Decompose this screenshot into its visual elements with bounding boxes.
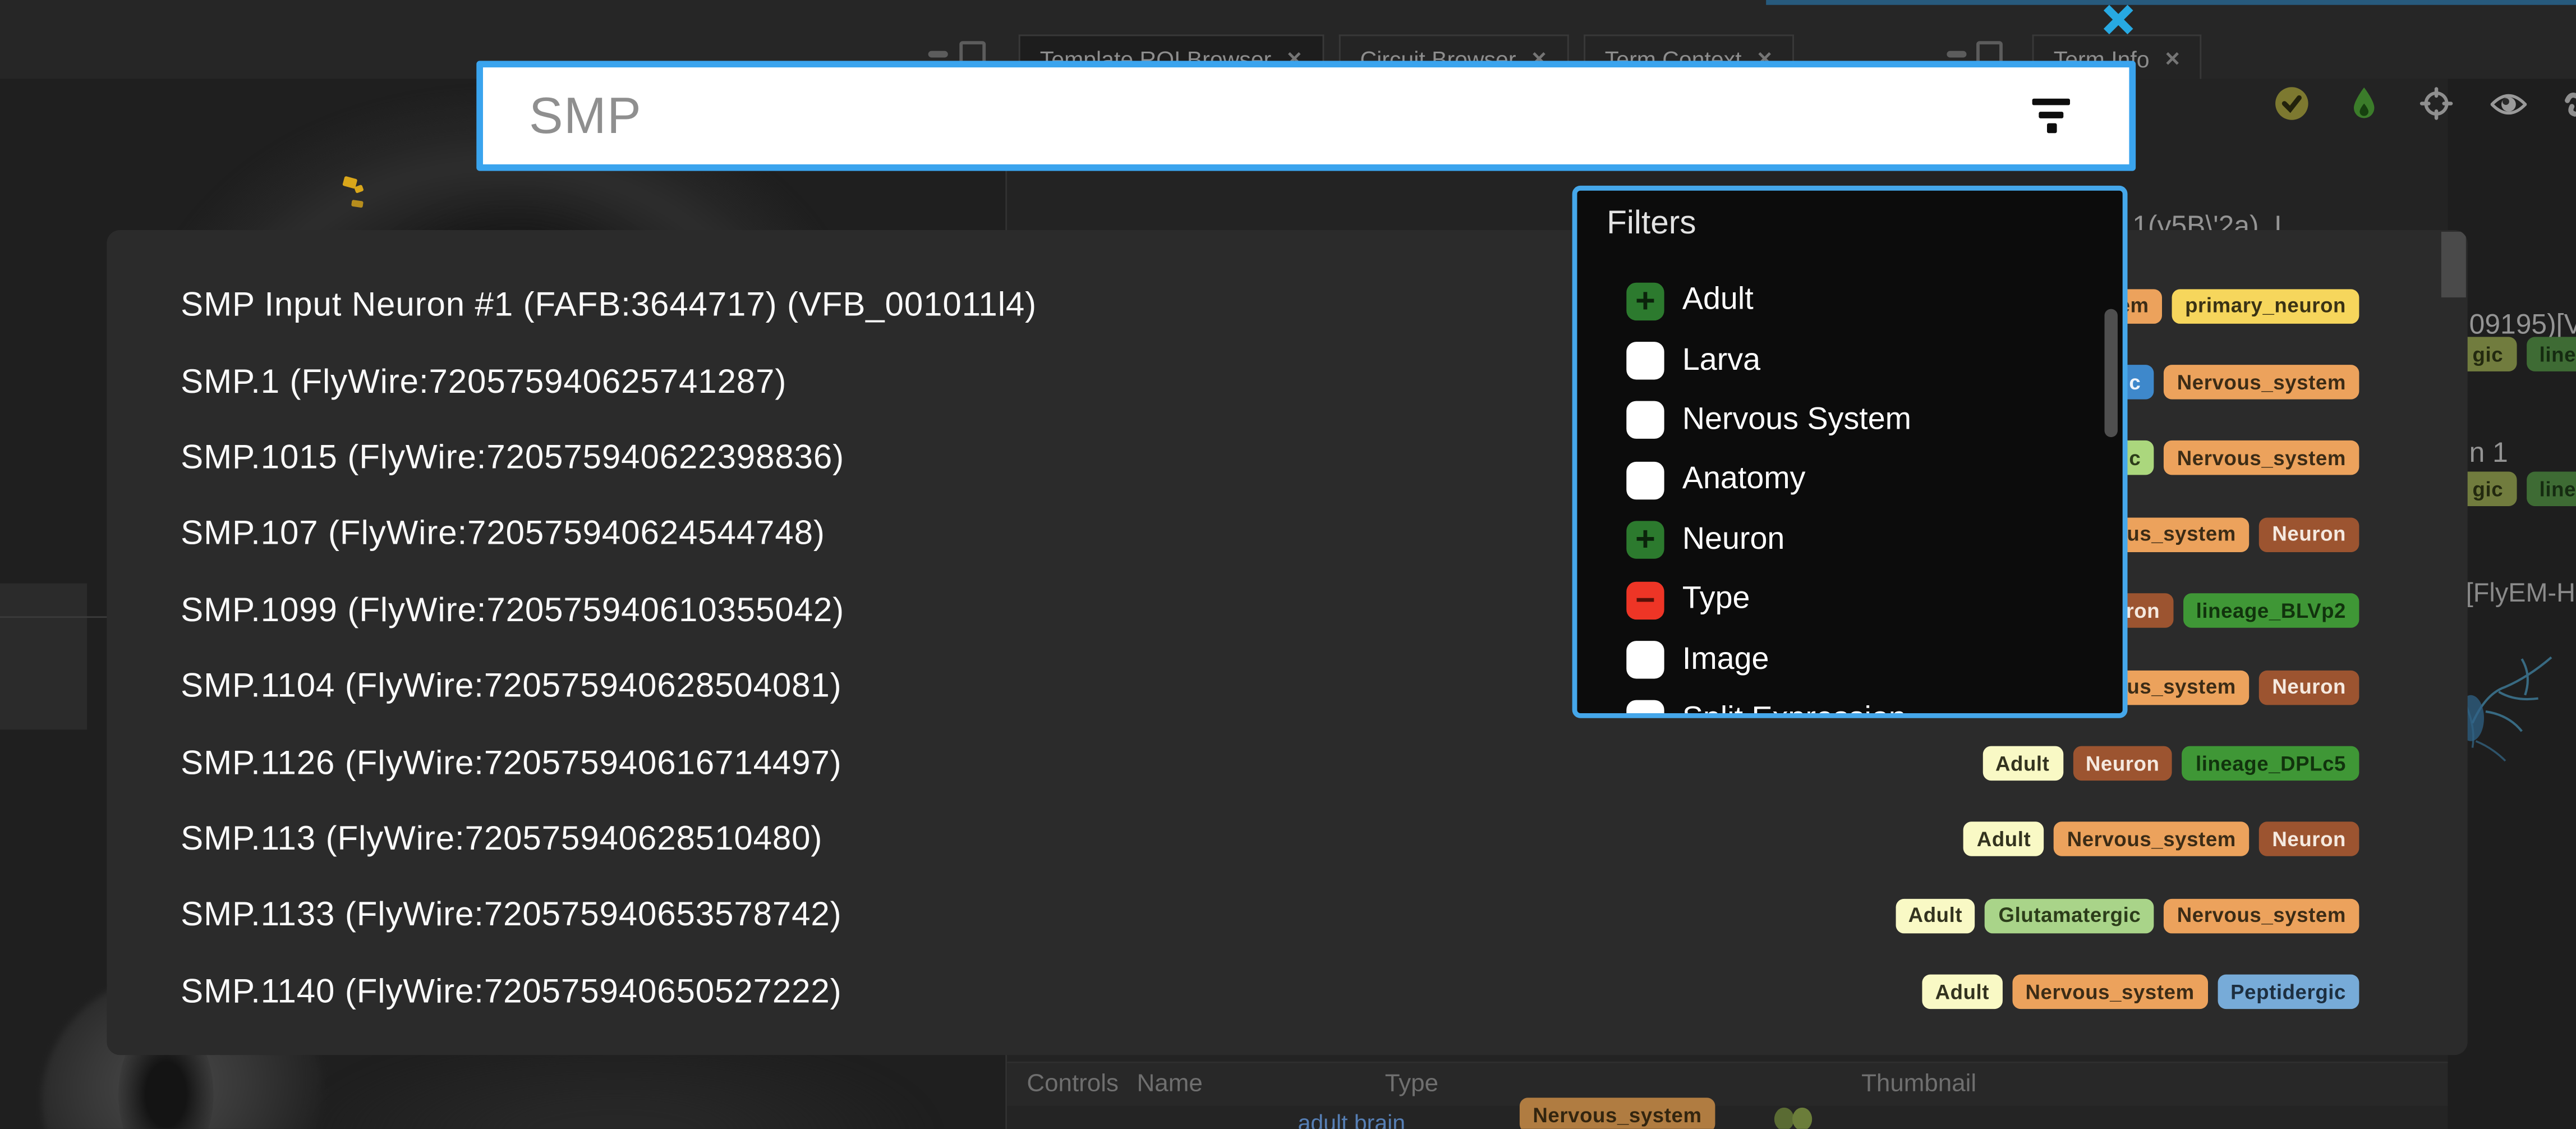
- panel-edge-block: [0, 584, 87, 730]
- filter-label: Type: [1682, 582, 1750, 618]
- search-input[interactable]: SMP: [529, 86, 2032, 145]
- tag-adult: Adult: [1922, 975, 2002, 1009]
- filter-checkbox[interactable]: −: [1626, 581, 1664, 619]
- term-info-template-fragment: [FlyEM-H: [2466, 580, 2575, 610]
- droplet-icon[interactable]: [2346, 85, 2382, 121]
- roi-table-row: adult brain Nervous_system: [1007, 1106, 2448, 1129]
- filters-scrollbar[interactable]: [2104, 309, 2117, 437]
- dim-tag-gic: gic: [2459, 471, 2517, 506]
- dim-tag-lineag: lineag: [2526, 337, 2576, 371]
- filter-checkbox[interactable]: [1626, 641, 1664, 678]
- term-info-dim-tag-row: gic lineag: [2459, 337, 2576, 371]
- tag-nervous_system: Nervous_system: [2164, 365, 2359, 400]
- tag-neuron: Neuron: [2259, 823, 2359, 857]
- filter-item-nervous-system[interactable]: Nervous System: [1626, 391, 2106, 451]
- eye-icon[interactable]: [2491, 85, 2527, 121]
- neuron-thumbnail: [2449, 632, 2576, 781]
- result-label: SMP.113 (FlyWire:720575940628510480): [181, 820, 1963, 859]
- tag-nervous_system: Nervous_system: [2164, 441, 2359, 475]
- top-border-fragment: [1766, 0, 2576, 5]
- filter-item-adult[interactable]: + Adult: [1626, 271, 2106, 331]
- result-tags: Adult Neuron lineage_DPLc5: [1982, 746, 2359, 781]
- tag-nervous_system: Nervous_system: [2012, 975, 2207, 1009]
- filters-title: Filters: [1607, 205, 1696, 243]
- filter-label: Nervous System: [1682, 402, 1911, 438]
- table-header-thumbnail: Thumbnail: [1861, 1070, 1976, 1098]
- table-header-name: Name: [1137, 1070, 1203, 1098]
- filters-panel: Filters + Adult Larva Nervous System Anatomy…: [1572, 186, 2128, 718]
- tag-neuron: Neuron: [2259, 670, 2359, 705]
- search-result-row[interactable]: SMP.113 (FlyWire:720575940628510480)Adul…: [107, 801, 2467, 878]
- roi-row-type-tag: Nervous_system: [1520, 1098, 1715, 1129]
- term-info-row-fragment: n 1: [2469, 437, 2508, 470]
- table-header-type: Type: [1385, 1070, 1438, 1098]
- tag-primary_neuron: primary_neuron: [2172, 289, 2359, 324]
- filter-label: Image: [1682, 642, 1769, 678]
- tag-adult: Adult: [1963, 823, 2044, 857]
- result-label: SMP.1133 (FlyWire:720575940653578742): [181, 896, 1895, 935]
- search-result-row[interactable]: SMP.1133 (FlyWire:720575940653578742)Adu…: [107, 878, 2467, 954]
- target-icon[interactable]: [2418, 85, 2454, 121]
- tag-nervous_system: Nervous_system: [2164, 898, 2359, 933]
- filter-item-split-expression[interactable]: Split Expression: [1626, 690, 2106, 718]
- search-result-row[interactable]: SMP.1140 (FlyWire:720575940650527222)Adu…: [107, 954, 2467, 1030]
- tag-neuron: Neuron: [2259, 517, 2359, 552]
- filter-label: Anatomy: [1682, 462, 1806, 498]
- filters-list: +AdultLarvaNervous SystemAnatomy+Neuron−…: [1626, 271, 2106, 718]
- table-header-controls: Controls: [1027, 1070, 1119, 1098]
- result-tags: Adult Nervous_system Neuron: [1963, 823, 2359, 857]
- filter-item-anatomy[interactable]: Anatomy: [1626, 451, 2106, 511]
- check-circle-icon[interactable]: [2274, 85, 2310, 121]
- tag-peptidergic: Peptidergic: [2218, 975, 2359, 1009]
- filter-label: Adult: [1682, 283, 1754, 319]
- result-label: SMP.1140 (FlyWire:720575940650527222): [181, 972, 1922, 1012]
- filter-checkbox[interactable]: +: [1626, 521, 1664, 559]
- filter-item-type[interactable]: −Type: [1626, 570, 2106, 630]
- tag-neuron: Neuron: [2072, 746, 2173, 781]
- tag-glutamatergic: Glutamatergic: [1985, 898, 2154, 933]
- roi-row-name-link[interactable]: adult brain: [1298, 1109, 1406, 1129]
- filter-item-neuron[interactable]: + Neuron: [1626, 511, 2106, 571]
- toolbar-icons: [2274, 85, 2576, 121]
- close-search-icon[interactable]: ✕: [2101, 2, 2136, 43]
- result-label: SMP.1126 (FlyWire:720575940616714497): [181, 744, 1982, 783]
- result-tags: Adult Glutamatergic Nervous_system: [1895, 898, 2359, 933]
- filter-checkbox[interactable]: [1626, 402, 1664, 439]
- filter-checkbox[interactable]: [1626, 342, 1664, 379]
- filter-checkbox[interactable]: [1626, 462, 1664, 499]
- tag-adult: Adult: [1895, 898, 1975, 933]
- filter-checkbox[interactable]: +: [1626, 282, 1664, 320]
- filter-label: Split Expression: [1682, 701, 1906, 718]
- search-box[interactable]: SMP: [476, 61, 2136, 171]
- tag-lineage_dplc5: lineage_DPLc5: [2183, 746, 2359, 781]
- term-info-dim-tag-row: gic lineag: [2459, 471, 2576, 506]
- dim-tag-lineag: lineag: [2526, 471, 2576, 506]
- brain-icon[interactable]: [2563, 85, 2576, 121]
- result-tags: Adult Nervous_system Peptidergic: [1922, 975, 2359, 1009]
- roi-row-thumbnail: [1769, 1106, 1815, 1129]
- filter-label: Neuron: [1682, 522, 1785, 558]
- minimize-icon[interactable]: [1947, 51, 1966, 58]
- filter-label: Larva: [1682, 343, 1760, 379]
- tag-nervous_system: Nervous_system: [2054, 823, 2249, 857]
- filter-item-larva[interactable]: Larva: [1626, 331, 2106, 391]
- tag-lineage_blvp2: lineage_BLVp2: [2183, 594, 2359, 628]
- tag-adult: Adult: [1982, 746, 2063, 781]
- results-scrollbar[interactable]: [2441, 232, 2466, 297]
- minimize-icon[interactable]: [928, 51, 948, 58]
- vfb-app-window: Template ROI Browser✕Circuit Browser✕Ter…: [0, 0, 2576, 1129]
- search-result-row[interactable]: SMP.1126 (FlyWire:720575940616714497)Adu…: [107, 726, 2467, 802]
- tab-close-icon[interactable]: ✕: [2164, 47, 2181, 70]
- dim-tag-gic: gic: [2459, 337, 2517, 371]
- filter-funnel-icon[interactable]: [2032, 99, 2070, 133]
- filter-checkbox[interactable]: [1626, 701, 1664, 718]
- filter-item-image[interactable]: Image: [1626, 630, 2106, 690]
- roi-table-header: Controls Name Type Thumbnail: [1007, 1063, 2448, 1106]
